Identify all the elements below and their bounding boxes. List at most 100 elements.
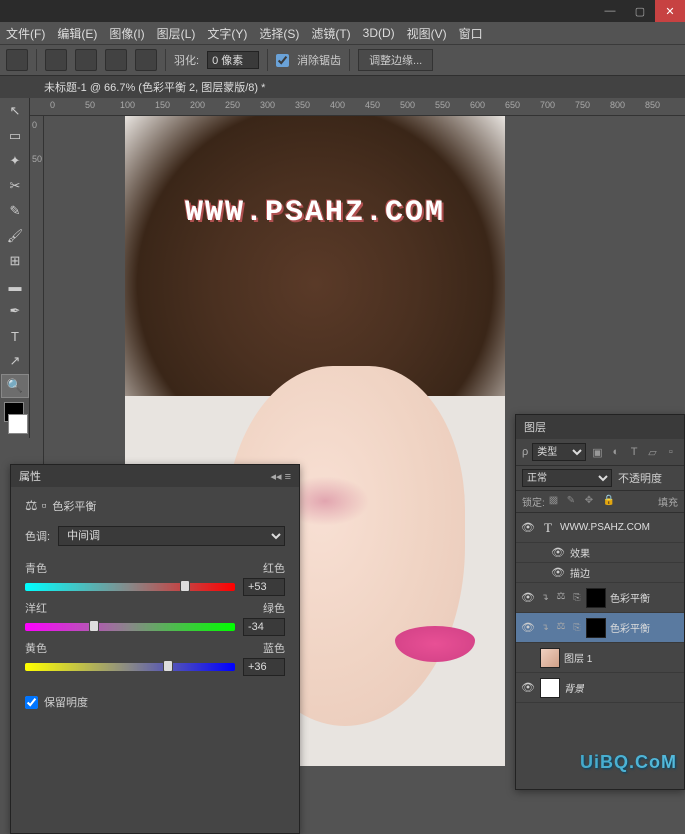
menu-view[interactable]: 视图(V) bbox=[407, 25, 447, 42]
filter-pixel-icon[interactable]: ▣ bbox=[590, 444, 604, 460]
properties-panel-title: 属性 bbox=[19, 468, 41, 484]
new-selection-icon[interactable] bbox=[45, 49, 67, 71]
layer-mask-thumb[interactable] bbox=[586, 618, 606, 638]
menu-edit[interactable]: 编辑(E) bbox=[57, 25, 97, 42]
layer-name[interactable]: 图层 1 bbox=[564, 650, 592, 665]
menu-image[interactable]: 图像(I) bbox=[109, 25, 144, 42]
eyedropper-tool-icon[interactable]: ✎ bbox=[1, 199, 29, 223]
minimize-button[interactable]: — bbox=[595, 0, 625, 22]
gradient-tool-icon[interactable]: ▬ bbox=[1, 274, 29, 298]
layer-background[interactable]: 👁 背景 bbox=[516, 673, 684, 703]
layer-name[interactable]: WWW.PSAHZ.COM bbox=[560, 522, 650, 533]
blend-mode-select[interactable]: 正常 bbox=[522, 469, 612, 487]
slider1-value[interactable]: +53 bbox=[243, 578, 285, 596]
subtract-selection-icon[interactable] bbox=[105, 49, 127, 71]
visibility-icon[interactable]: 👁 bbox=[550, 566, 566, 579]
layers-panel-title: 图层 bbox=[524, 419, 546, 435]
type-layer-icon: T bbox=[540, 520, 556, 536]
opacity-label: 不透明度 bbox=[618, 470, 662, 486]
link-icon: ⎘ bbox=[572, 622, 582, 633]
menu-3d[interactable]: 3D(D) bbox=[363, 26, 395, 40]
layer-color-balance-1[interactable]: 👁 ↴ ⚖ ⎘ 色彩平衡 bbox=[516, 613, 684, 643]
preserve-luminance-label: 保留明度 bbox=[44, 694, 88, 710]
filter-shape-icon[interactable]: ▱ bbox=[645, 444, 659, 460]
maximize-button[interactable]: ▢ bbox=[625, 0, 655, 22]
path-tool-icon[interactable]: ↗ bbox=[1, 349, 29, 373]
balance-icon: ⚖ bbox=[554, 621, 568, 635]
layer-image[interactable]: 👁 图层 1 bbox=[516, 643, 684, 673]
marquee-tool-icon[interactable]: ▭ bbox=[1, 124, 29, 148]
layer-thumb[interactable] bbox=[540, 648, 560, 668]
visibility-icon[interactable]: 👁 bbox=[520, 521, 536, 534]
intersect-selection-icon[interactable] bbox=[135, 49, 157, 71]
document-tab-label: 未标题-1 @ 66.7% (色彩平衡 2, 图层蒙版/8) * bbox=[44, 79, 265, 95]
preserve-luminance-checkbox[interactable] bbox=[25, 696, 38, 709]
add-selection-icon[interactable] bbox=[75, 49, 97, 71]
layer-list: 👁 T WWW.PSAHZ.COM 👁 效果 👁 描边 👁 ↴ ⚖ ⎘ 色彩平衡 bbox=[516, 513, 684, 703]
layer-name[interactable]: 背景 bbox=[564, 680, 584, 695]
lock-pixels-icon[interactable]: ▩ bbox=[549, 495, 563, 509]
layer-name[interactable]: 色彩平衡 bbox=[610, 620, 650, 635]
layer-name[interactable]: 色彩平衡 bbox=[610, 590, 650, 605]
clip-icon: ↴ bbox=[540, 622, 550, 633]
slider-yellow-blue[interactable] bbox=[25, 663, 235, 671]
filter-type-icon[interactable]: T bbox=[627, 444, 641, 460]
tool-preset-icon[interactable] bbox=[6, 49, 28, 71]
pen-tool-icon[interactable]: ✒ bbox=[1, 299, 29, 323]
layer-fx-stroke[interactable]: 👁 描边 bbox=[516, 563, 684, 583]
visibility-icon[interactable]: 👁 bbox=[520, 681, 536, 694]
menu-bar: 文件(F) 编辑(E) 图像(I) 图层(L) 文字(Y) 选择(S) 滤镜(T… bbox=[0, 22, 685, 44]
filter-smart-icon[interactable]: ▫ bbox=[664, 444, 678, 460]
slider-cyan-red[interactable] bbox=[25, 583, 235, 591]
stamp-tool-icon[interactable]: ⊞ bbox=[1, 249, 29, 273]
type-tool-icon[interactable]: T bbox=[1, 324, 29, 348]
document-tab[interactable]: 未标题-1 @ 66.7% (色彩平衡 2, 图层蒙版/8) * bbox=[0, 76, 685, 98]
layer-text[interactable]: 👁 T WWW.PSAHZ.COM bbox=[516, 513, 684, 543]
brush-tool-icon[interactable]: 🖌 bbox=[1, 224, 29, 248]
menu-window[interactable]: 窗口 bbox=[459, 25, 483, 42]
visibility-icon[interactable]: 👁 bbox=[520, 591, 536, 604]
visibility-icon[interactable]: 👁 bbox=[550, 546, 566, 559]
slider-magenta-green[interactable] bbox=[25, 623, 235, 631]
slider3-left-label: 黄色 bbox=[25, 640, 47, 656]
slider3-value[interactable]: +36 bbox=[243, 658, 285, 676]
visibility-icon[interactable]: 👁 bbox=[520, 621, 536, 634]
move-tool-icon[interactable]: ↖ bbox=[1, 99, 29, 123]
filter-kind-icon[interactable]: ρ bbox=[522, 446, 528, 458]
slider1-right-label: 红色 bbox=[263, 560, 285, 576]
link-icon: ⎘ bbox=[572, 592, 582, 603]
close-button[interactable]: ✕ bbox=[655, 0, 685, 22]
refine-edge-button[interactable]: 调整边缘... bbox=[358, 49, 433, 71]
lock-move-icon[interactable]: ✥ bbox=[585, 495, 599, 509]
zoom-tool-icon[interactable]: 🔍 bbox=[1, 374, 29, 398]
layer-mask-thumb[interactable] bbox=[586, 588, 606, 608]
balance-icon: ⚖ bbox=[554, 591, 568, 605]
lock-label: 锁定: bbox=[522, 494, 545, 509]
layers-panel: 图层 ρ 类型 ▣ ◐ T ▱ ▫ 正常 不透明度 锁定: ▩ ✎ ✥ 🔒 填充… bbox=[515, 414, 685, 790]
tone-label: 色调: bbox=[25, 528, 50, 544]
filter-type-select[interactable]: 类型 bbox=[532, 443, 586, 461]
lock-all-icon[interactable]: 🔒 bbox=[603, 495, 617, 509]
slider3-right-label: 蓝色 bbox=[263, 640, 285, 656]
menu-file[interactable]: 文件(F) bbox=[6, 25, 45, 42]
slider1-left-label: 青色 bbox=[25, 560, 47, 576]
slider2-value[interactable]: -34 bbox=[243, 618, 285, 636]
panel-menu-icon[interactable]: ◂◂ ≡ bbox=[270, 470, 291, 483]
menu-filter[interactable]: 滤镜(T) bbox=[311, 25, 350, 42]
layer-fx[interactable]: 👁 效果 bbox=[516, 543, 684, 563]
tone-select[interactable]: 中间调 bbox=[58, 526, 285, 546]
crop-tool-icon[interactable]: ✂ bbox=[1, 174, 29, 198]
filter-adjust-icon[interactable]: ◐ bbox=[609, 444, 623, 460]
antialias-checkbox[interactable] bbox=[276, 54, 289, 67]
section-title-label: 色彩平衡 bbox=[52, 498, 96, 514]
layer-thumb[interactable] bbox=[540, 678, 560, 698]
layer-color-balance-2[interactable]: 👁 ↴ ⚖ ⎘ 色彩平衡 bbox=[516, 583, 684, 613]
background-swatch[interactable] bbox=[8, 414, 28, 434]
wand-tool-icon[interactable]: ✦ bbox=[1, 149, 29, 173]
menu-select[interactable]: 选择(S) bbox=[259, 25, 299, 42]
clip-icon: ↴ bbox=[540, 592, 550, 603]
menu-type[interactable]: 文字(Y) bbox=[207, 25, 247, 42]
menu-layer[interactable]: 图层(L) bbox=[157, 25, 196, 42]
lock-position-icon[interactable]: ✎ bbox=[567, 495, 581, 509]
feather-input[interactable] bbox=[207, 51, 259, 69]
